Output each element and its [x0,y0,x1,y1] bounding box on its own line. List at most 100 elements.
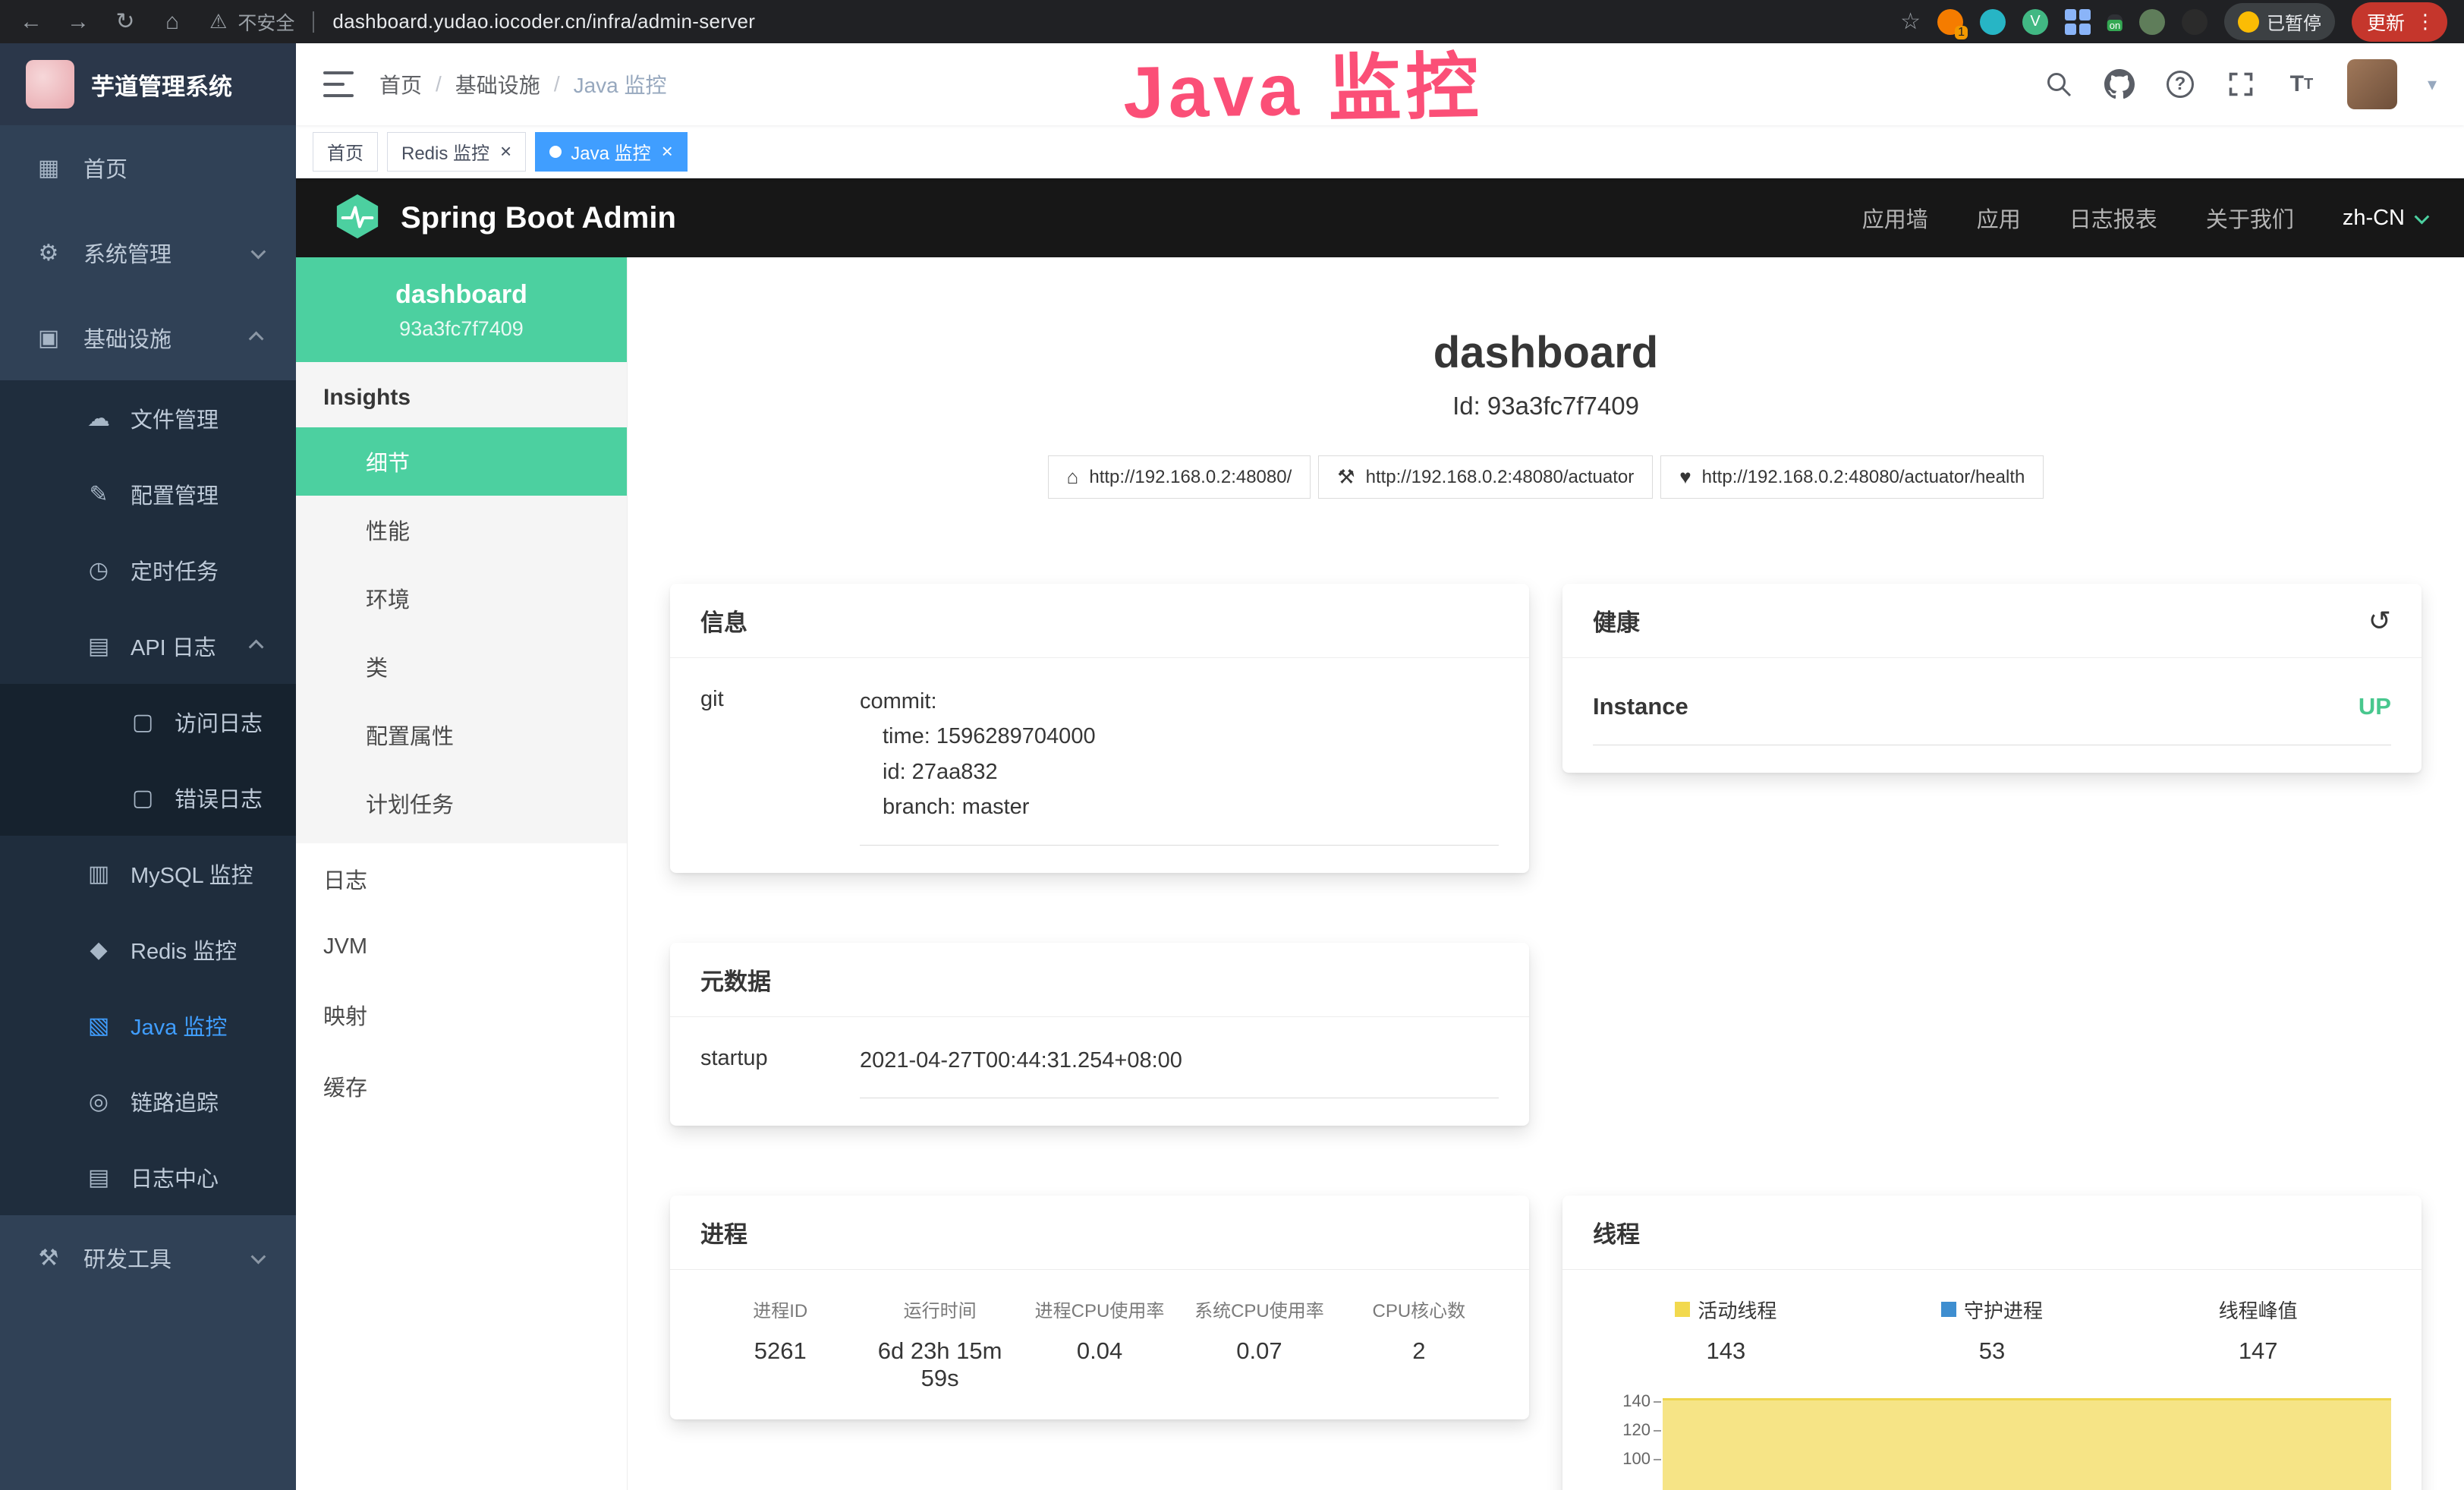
service-url: http://192.168.0.2:48080/ [1089,467,1292,488]
process-col-header: CPU核心数 [1339,1296,1499,1322]
sba-menu-metrics[interactable]: 性能 [296,496,627,564]
actuator-url-link[interactable]: ⚒ http://192.168.0.2:48080/actuator [1318,455,1653,499]
instance-id: 93a3fc7f7409 [304,317,619,341]
sba-language-select[interactable]: zh-CN [2343,206,2426,231]
sidebar-item-home[interactable]: ▦ 首页 [0,125,296,210]
sidebar-toggle-icon[interactable] [323,71,354,97]
chrome-update-button[interactable]: 更新 ⋮ [2352,2,2447,42]
ytick-120: 120 [1622,1420,1651,1440]
close-icon[interactable]: × [662,140,673,163]
git-branch-line: branch: master [860,789,1499,824]
profile-paused-badge[interactable]: 已暂停 [2224,3,2335,40]
heart-icon: ♥ [1679,465,1691,489]
sba-nav-applications[interactable]: 应用 [1977,202,2021,234]
user-avatar[interactable] [2347,59,2397,109]
close-icon[interactable]: × [500,140,511,163]
security-warning-icon[interactable]: ⚠ [209,10,227,33]
sidebar-item-java-monitor[interactable]: ▧ Java 监控 [0,988,296,1063]
browser-home-icon[interactable]: ⌂ [158,11,187,33]
address-bar[interactable]: ⚠ 不安全 dashboard.yudao.iocoder.cn/infra/a… [209,8,755,36]
avatar-caret-icon[interactable]: ▾ [2428,74,2437,96]
trace-icon: ◎ [83,1088,114,1115]
admin-sidebar: 芋道管理系统 ▦ 首页 ⚙ 系统管理 ▣ 基础设施 ☁ 文件管理 [0,43,296,1490]
sba-menu-caches[interactable]: 缓存 [296,1051,627,1122]
extension-leaf-icon[interactable] [2139,9,2165,35]
sidebar-item-scheduled-tasks[interactable]: ◷ 定时任务 [0,532,296,608]
sba-menu-logging[interactable]: 日志 [296,843,627,915]
search-icon[interactable] [2044,69,2074,99]
brand-title: 芋道管理系统 [91,68,232,102]
sidebar-item-log-center[interactable]: ▤ 日志中心 [0,1139,296,1215]
sba-nav-wallboard[interactable]: 应用墙 [1862,202,1928,234]
github-icon[interactable] [2104,69,2135,99]
tab-java-monitor[interactable]: Java 监控 × [535,132,688,172]
browser-refresh-icon[interactable]: ↻ [111,11,140,33]
sba-menu-classes[interactable]: 类 [296,632,627,701]
health-instance-label: Instance [1593,693,1688,720]
fullscreen-icon[interactable] [2226,69,2256,99]
sba-main-content: dashboard Id: 93a3fc7f7409 ⌂ http://192.… [628,257,2464,1490]
sidebar-item-infra[interactable]: ▣ 基础设施 [0,295,296,380]
page-url[interactable]: dashboard.yudao.iocoder.cn/infra/admin-s… [332,10,755,33]
security-label[interactable]: 不安全 [238,8,294,36]
process-col-process-cpu: 进程CPU使用率 0.04 [1020,1296,1179,1392]
sidebar-item-dev-tools[interactable]: ⚒ 研发工具 [0,1215,296,1300]
legend-value: 143 [1593,1337,1859,1365]
browser-actions: ☆ 1 V on 已暂停 更新 ⋮ [1900,2,2447,42]
sidebar-item-label: 系统管理 [83,237,172,269]
sba-menu-scheduled-tasks[interactable]: 计划任务 [296,769,627,837]
spring-boot-admin-logo-icon[interactable] [334,193,381,244]
bookmark-star-icon[interactable]: ☆ [1900,8,1921,35]
health-url: http://192.168.0.2:48080/actuator/health [1702,467,2025,488]
sba-nav-about[interactable]: 关于我们 [2206,202,2294,234]
tab-home[interactable]: 首页 [313,132,378,172]
brand-row[interactable]: 芋道管理系统 [0,43,296,125]
sidebar-item-system[interactable]: ⚙ 系统管理 [0,210,296,295]
active-dot-icon [549,146,562,158]
extension-grid-icon[interactable] [2065,9,2091,35]
instance-header[interactable]: dashboard 93a3fc7f7409 [296,257,627,362]
sidebar-item-error-log[interactable]: ▢ 错误日志 [0,760,296,836]
sba-menu-mappings[interactable]: 映射 [296,979,627,1051]
legend-value: 147 [2125,1337,2391,1365]
breadcrumb-infra[interactable]: 基础设施 [455,69,540,99]
process-col-header: 系统CPU使用率 [1179,1296,1339,1322]
sidebar-item-access-log[interactable]: ▢ 访问日志 [0,684,296,760]
sba-title[interactable]: Spring Boot Admin [401,201,676,235]
sidebar-item-file-management[interactable]: ☁ 文件管理 [0,380,296,456]
history-icon[interactable]: ↺ [2368,605,2391,637]
health-url-link[interactable]: ♥ http://192.168.0.2:48080/actuator/heal… [1660,455,2044,499]
sidebar-item-api-log[interactable]: ▤ API 日志 [0,608,296,684]
extension-vue-devtools-icon[interactable]: V [2022,9,2048,35]
health-status-badge: UP [2359,693,2391,720]
extension-drop-icon[interactable] [1980,9,2006,35]
sba-menu-config-props[interactable]: 配置属性 [296,701,627,769]
browser-menu-icon[interactable]: ⋮ [2415,10,2435,33]
extension-fehelper-icon[interactable]: 1 [1937,9,1963,35]
browser-back-icon[interactable]: ← [17,11,46,33]
sidebar-item-trace[interactable]: ◎ 链路追踪 [0,1063,296,1139]
sidebar-item-mysql-monitor[interactable]: ▥ MySQL 监控 [0,836,296,912]
sba-menu-jvm[interactable]: JVM [296,915,627,979]
sba-nav-journal[interactable]: 日志报表 [2069,202,2157,234]
insights-group-label: Insights [296,362,627,427]
sidebar-item-config-management[interactable]: ✎ 配置管理 [0,456,296,532]
sba-menu-details[interactable]: 细节 [296,427,627,496]
sidebar-item-label: API 日志 [131,630,216,662]
sidebar-item-redis-monitor[interactable]: ◆ Redis 监控 [0,912,296,988]
extension-paw-icon[interactable] [2182,9,2208,35]
access-log-icon: ▢ [127,709,158,736]
service-url-link[interactable]: ⌂ http://192.168.0.2:48080/ [1048,455,1311,499]
breadcrumb-home[interactable]: 首页 [379,69,422,99]
legend-peak-threads: 线程峰值 147 [2125,1296,2391,1365]
font-size-icon[interactable]: TT [2286,69,2317,99]
extension-switch-icon[interactable]: on [2107,14,2123,30]
sba-menu-environment[interactable]: 环境 [296,564,627,632]
threads-chart-plot [1663,1392,2391,1490]
help-icon[interactable]: ? [2165,69,2195,99]
profile-avatar-icon [2238,11,2259,33]
health-instance-row[interactable]: Instance UP [1593,684,2391,745]
process-col-uptime: 运行时间 6d 23h 15m 59s [860,1296,1019,1392]
tab-redis-monitor[interactable]: Redis 监控 × [387,132,526,172]
browser-forward-icon[interactable]: → [64,11,93,33]
